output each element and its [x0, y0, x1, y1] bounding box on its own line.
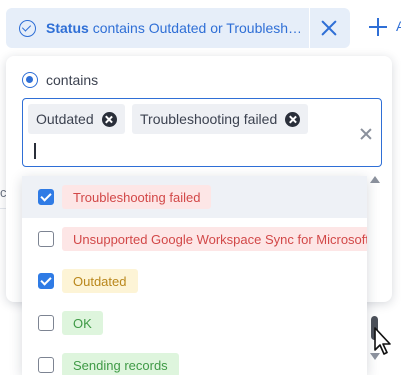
checkbox[interactable]: [38, 315, 54, 331]
status-badge: Troubleshooting failed: [62, 185, 212, 209]
remove-filter-icon[interactable]: [319, 18, 339, 38]
value-tag-input[interactable]: Outdated Troubleshooting failed: [22, 98, 382, 167]
list-item[interactable]: OK: [22, 302, 367, 344]
options-dropdown: Troubleshooting failed Unsupported Googl…: [22, 176, 367, 375]
remove-tag-icon[interactable]: [285, 111, 301, 127]
radio-selected-icon[interactable]: [22, 72, 38, 88]
status-badge: Unsupported Google Workspace Sync for Mi…: [62, 227, 367, 251]
selected-tag: Outdated: [28, 104, 125, 134]
add-filter-plus-icon[interactable]: [369, 18, 387, 36]
tag-label: Outdated: [36, 111, 94, 127]
add-filter-label-fragment: A: [396, 18, 401, 34]
remove-tag-icon[interactable]: [101, 111, 117, 127]
filter-field-label: Status: [46, 20, 89, 36]
checkbox[interactable]: [38, 231, 54, 247]
checkbox-checked[interactable]: [38, 273, 54, 289]
status-badge: Sending records: [62, 353, 179, 375]
selected-tag: Troubleshooting failed: [132, 104, 309, 134]
list-item[interactable]: Outdated: [22, 260, 367, 302]
text-cursor: [34, 143, 36, 159]
checkbox-checked[interactable]: [38, 189, 54, 205]
mouse-pointer-icon: [374, 327, 391, 355]
list-item[interactable]: Troubleshooting failed: [22, 176, 367, 218]
filter-condition-text: contains Outdated or Troublesh…: [92, 20, 300, 36]
chip-separator: [309, 8, 310, 48]
tag-label: Troubleshooting failed: [140, 111, 278, 127]
status-badge: OK: [62, 311, 103, 335]
list-item[interactable]: Sending records: [22, 344, 367, 375]
filter-summary: Status contains Outdated or Troublesh…: [46, 20, 300, 36]
checkbox[interactable]: [38, 357, 54, 373]
operator-option[interactable]: contains: [22, 72, 98, 88]
scroll-up-arrow-icon[interactable]: [370, 176, 380, 183]
clear-all-icon[interactable]: [360, 128, 372, 140]
operator-label: contains: [46, 72, 99, 88]
check-circle-icon: [19, 19, 36, 37]
list-item[interactable]: Unsupported Google Workspace Sync for Mi…: [22, 218, 367, 260]
status-filter-chip[interactable]: Status contains Outdated or Troublesh…: [6, 8, 350, 48]
status-badge: Outdated: [62, 269, 138, 293]
